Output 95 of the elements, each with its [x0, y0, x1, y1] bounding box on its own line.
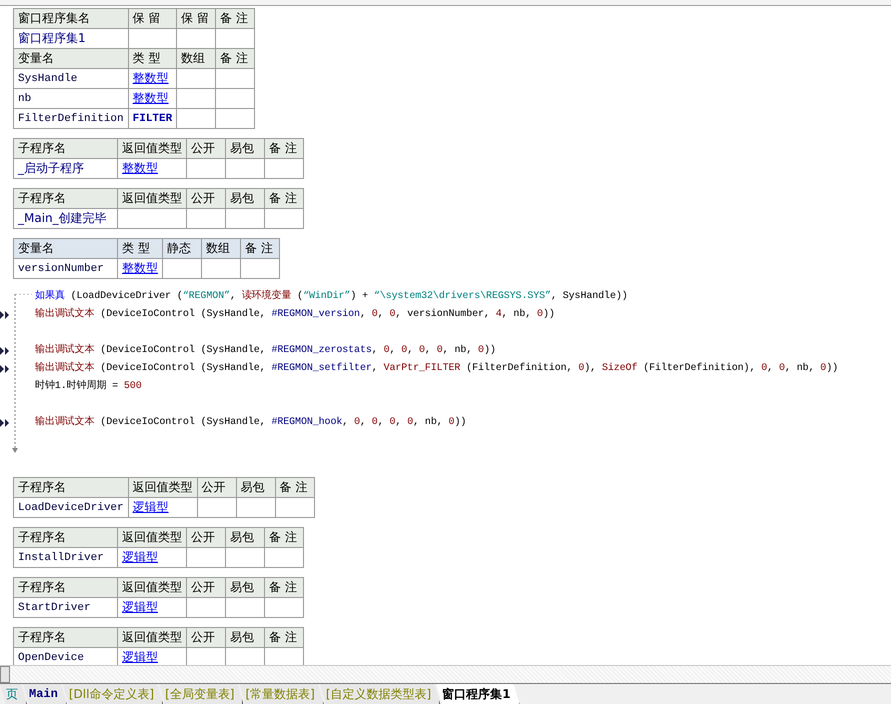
empty-cell: [226, 548, 264, 568]
column-header: 公开: [186, 578, 226, 598]
table-cell: _Main_创建完毕: [14, 208, 118, 228]
column-header: 备 注: [275, 478, 314, 498]
table-cell[interactable]: 逻辑型: [118, 548, 186, 568]
column-header: 子程序名: [14, 528, 118, 548]
empty-cell: [216, 108, 255, 128]
empty-cell: [197, 498, 236, 518]
column-header: 备 注: [264, 528, 304, 548]
column-header: 备 注: [264, 628, 304, 648]
empty-cell: [202, 258, 240, 278]
empty-cell: [186, 158, 226, 178]
column-header: 备 注: [216, 8, 255, 28]
column-header: 保 留: [176, 8, 216, 28]
column-header: 数组: [176, 48, 216, 68]
column-header: 公开: [186, 528, 226, 548]
column-header: 子程序名: [14, 578, 118, 598]
code-line: 时钟1.时钟周期 = 500: [35, 378, 143, 394]
empty-cell: [264, 158, 304, 178]
column-header: 变量名: [14, 48, 128, 68]
column-header: 易包: [236, 478, 276, 498]
column-header: 返回值类型: [118, 628, 186, 648]
table-cell: FilterDefinition: [14, 108, 128, 128]
empty-cell: [176, 108, 216, 128]
empty-cell: [264, 208, 304, 228]
empty-cell: [176, 88, 216, 108]
column-header: 易包: [226, 628, 264, 648]
column-header: 公开: [197, 478, 236, 498]
tab[interactable]: 页: [0, 684, 27, 704]
table-cell: StartDriver: [14, 598, 118, 618]
empty-cell: [162, 258, 202, 278]
horizontal-scrollbar[interactable]: [0, 665, 891, 683]
empty-cell: [216, 68, 255, 88]
tab[interactable]: Main: [23, 684, 67, 704]
table-cell: versionNumber: [14, 258, 118, 278]
empty-cell: [186, 598, 226, 618]
column-header: 返回值类型: [118, 138, 186, 158]
column-header: 子程序名: [14, 478, 128, 498]
column-header: 返回值类型: [118, 188, 186, 208]
column-header: 备 注: [264, 188, 304, 208]
column-header: 公开: [186, 628, 226, 648]
column-header: 返回值类型: [118, 578, 186, 598]
code-line: 如果真 (LoadDeviceDriver (“REGMON”, 读环境变量 (“WinDir”) + “\system32\drivers\REGSYS.SYS”, SysHandle)): [35, 288, 629, 304]
column-header: 静态: [162, 238, 202, 258]
column-header: 返回值类型: [128, 478, 198, 498]
table-cell[interactable]: 整数型: [118, 258, 162, 278]
column-header: 易包: [226, 138, 264, 158]
table-cell[interactable]: 整数型: [118, 158, 186, 178]
table-cell: nb: [14, 88, 128, 108]
table-cell: _启动子程序: [14, 158, 118, 178]
column-header: 易包: [226, 528, 264, 548]
column-header: 子程序名: [14, 188, 118, 208]
column-header: 类 型: [128, 48, 177, 68]
code-line: 输出调试文本 (DeviceIoControl (SysHandle, #REGMON_version, 0, 0, versionNumber, 4, nb, 0)): [35, 306, 891, 324]
column-header: 备 注: [264, 578, 304, 598]
table-cell: FILTER: [128, 108, 177, 128]
table-cell: LoadDeviceDriver: [14, 498, 128, 518]
empty-cell: [226, 208, 264, 228]
column-header: 易包: [226, 188, 264, 208]
empty-cell: [176, 68, 216, 88]
code-line: 输出调试文本 (DeviceIoControl (SysHandle, #REGMON_hook, 0, 0, 0, 0, nb, 0)): [35, 414, 891, 432]
column-header: 类 型: [118, 238, 162, 258]
column-header: 保 留: [128, 8, 177, 28]
column-header: 窗口程序集名: [14, 8, 128, 28]
code-line: 输出调试文本 (DeviceIoControl (SysHandle, #REGMON_zerostats, 0, 0, 0, 0, nb, 0)): [35, 342, 891, 360]
code-line: 输出调试文本 (DeviceIoControl (SysHandle, #REGMON_setfilter, VarPtr_FILTER (FilterDefinition, 0), SizeOf (FilterDefinition), 0, 0, nb, 0)): [35, 360, 891, 378]
table-cell[interactable]: 逻辑型: [118, 598, 186, 618]
empty-cell: [216, 88, 255, 108]
empty-cell: [264, 548, 304, 568]
column-header: 子程序名: [14, 628, 118, 648]
empty-cell: [226, 598, 264, 618]
column-header: 公开: [186, 138, 226, 158]
empty-cell: [275, 498, 314, 518]
empty-cell: [186, 548, 226, 568]
empty-cell: [240, 258, 280, 278]
empty-cell: [226, 158, 264, 178]
column-header: 易包: [226, 578, 264, 598]
column-header: 备 注: [240, 238, 280, 258]
table-cell: SysHandle: [14, 68, 128, 88]
column-header: 备 注: [264, 138, 304, 158]
column-header: 公开: [186, 188, 226, 208]
column-header: 变量名: [14, 238, 118, 258]
empty-cell: [236, 498, 276, 518]
table-cell[interactable]: 整数型: [128, 68, 177, 88]
empty-cell: [118, 208, 186, 228]
column-header: 备 注: [216, 48, 255, 68]
table-cell: InstallDriver: [14, 548, 118, 568]
table-cell[interactable]: 逻辑型: [128, 498, 198, 518]
column-header: 数组: [202, 238, 240, 258]
column-header: 返回值类型: [118, 528, 186, 548]
table-cell[interactable]: 整数型: [128, 88, 177, 108]
empty-cell: [264, 598, 304, 618]
tab[interactable]: 窗口程序集1: [436, 684, 520, 704]
column-header: 子程序名: [14, 138, 118, 158]
empty-cell: [186, 208, 226, 228]
